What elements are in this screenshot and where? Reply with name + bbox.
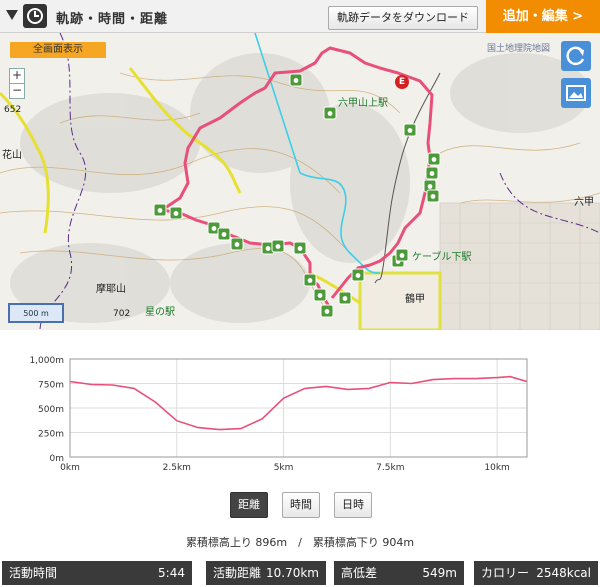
zoom-in-button[interactable]: + bbox=[9, 68, 25, 84]
map-view[interactable]: 全画面表示 + − 国土地理院地図 六甲山上駅 ケーブル下駅 鶴甲 摩耶山 星の… bbox=[0, 33, 600, 330]
stat-activity-distance: 活動距離 10.70km bbox=[206, 561, 326, 585]
photo-marker-icon[interactable] bbox=[289, 73, 303, 87]
y-tick-label: 1,000m bbox=[29, 356, 64, 366]
cumulative-elevation-text: 累積標高上り 896m / 累積標高下り 904m bbox=[185, 536, 415, 549]
download-track-button[interactable]: 軌跡データをダウンロード bbox=[328, 6, 478, 30]
add-edit-button[interactable]: 追加・編集 > bbox=[486, 0, 600, 33]
photo-markers bbox=[153, 73, 441, 318]
clock-icon bbox=[23, 4, 47, 28]
toggle-distance-button[interactable]: 距離 bbox=[230, 492, 268, 518]
elevation-chart: 0m250m500m750m1,000m0km 2.5km 5km 7.5km 10km bbox=[29, 356, 528, 473]
map-label-tsurukabuto: 鶴甲 bbox=[405, 294, 425, 305]
collapse-triangle-icon[interactable] bbox=[6, 10, 18, 20]
x-tick-label: 5km bbox=[274, 463, 294, 473]
refresh-layer-button[interactable] bbox=[561, 41, 591, 71]
toggle-datetime-button[interactable]: 日時 bbox=[334, 492, 372, 518]
toggle-time-button[interactable]: 時間 bbox=[282, 492, 320, 518]
y-tick-label: 500m bbox=[38, 405, 64, 415]
map-label-rokko-right: 六甲 bbox=[574, 197, 594, 208]
photo-marker-icon[interactable] bbox=[217, 227, 231, 241]
stat-elevation-diff: 高低差 549m bbox=[334, 561, 464, 585]
photo-marker-icon[interactable] bbox=[351, 268, 365, 282]
x-tick-label: 2.5km bbox=[163, 463, 191, 473]
photo-marker-icon[interactable] bbox=[426, 189, 440, 203]
zoom-out-button[interactable]: − bbox=[9, 83, 25, 99]
photo-marker-icon[interactable] bbox=[230, 237, 244, 251]
photo-marker-icon[interactable] bbox=[303, 273, 317, 287]
map-label-hoshi-station: 星の駅 bbox=[145, 307, 175, 318]
stat-label: 活動距離 bbox=[213, 566, 262, 580]
map-label-maya: 摩耶山 bbox=[96, 284, 126, 295]
photo-marker-icon[interactable] bbox=[427, 152, 441, 166]
map-label-rokko-station: 六甲山上駅 bbox=[338, 98, 388, 109]
fullscreen-button[interactable]: 全画面表示 bbox=[10, 42, 106, 58]
map-source-label: 国土地理院地図 bbox=[487, 44, 551, 54]
stat-label: 高低差 bbox=[341, 566, 378, 580]
stat-value: 10.70km bbox=[266, 566, 319, 580]
x-tick-label: 10km bbox=[484, 463, 509, 473]
end-marker[interactable]: E bbox=[395, 75, 409, 89]
stat-value: 5:44 bbox=[158, 566, 185, 580]
image-layer-button[interactable] bbox=[561, 78, 591, 108]
photo-marker-icon[interactable] bbox=[320, 304, 334, 318]
photo-marker-icon[interactable] bbox=[169, 206, 183, 220]
scale-bar: 500 m bbox=[8, 303, 64, 323]
photo-marker-icon[interactable] bbox=[425, 166, 439, 180]
xaxis-toggle-group: 距離 時間 日時 bbox=[0, 492, 600, 518]
photo-marker-icon[interactable] bbox=[271, 239, 285, 253]
stats-bar: 活動時間 5:44 活動距離 10.70km 高低差 549m カロリー 254… bbox=[0, 559, 600, 587]
x-tick-label: 0km bbox=[60, 463, 80, 473]
map-label-cable-station: ケーブル下駅 bbox=[412, 252, 472, 263]
header-bar: 軌跡・時間・距離 軌跡データをダウンロード 追加・編集 > bbox=[0, 0, 600, 33]
y-tick-label: 250m bbox=[38, 430, 64, 440]
stat-value: 2548kcal bbox=[536, 566, 591, 580]
refresh-icon bbox=[566, 46, 585, 66]
photo-marker-icon[interactable] bbox=[293, 241, 307, 255]
y-tick-label: 750m bbox=[38, 381, 64, 391]
photo-marker-icon[interactable] bbox=[323, 106, 337, 120]
image-icon bbox=[566, 85, 586, 101]
photo-marker-icon[interactable] bbox=[313, 288, 327, 302]
map-label-elev-702: 702 bbox=[113, 309, 131, 319]
stat-label: カロリー bbox=[481, 566, 530, 580]
stat-label: 活動時間 bbox=[9, 566, 58, 580]
section-title: 軌跡・時間・距離 bbox=[56, 12, 169, 27]
photo-marker-icon[interactable] bbox=[338, 291, 352, 305]
photo-marker-icon[interactable] bbox=[153, 203, 167, 217]
map-label-elev-652: 652 bbox=[4, 105, 22, 115]
stat-value: 549m bbox=[422, 566, 457, 580]
photo-marker-icon[interactable] bbox=[403, 123, 417, 137]
map-label-hanayama: 花山 bbox=[2, 150, 22, 161]
stat-activity-time: 活動時間 5:44 bbox=[2, 561, 192, 585]
stat-calories: カロリー 2548kcal bbox=[474, 561, 598, 585]
photo-marker-icon[interactable] bbox=[395, 248, 409, 262]
x-tick-label: 7.5km bbox=[376, 463, 404, 473]
